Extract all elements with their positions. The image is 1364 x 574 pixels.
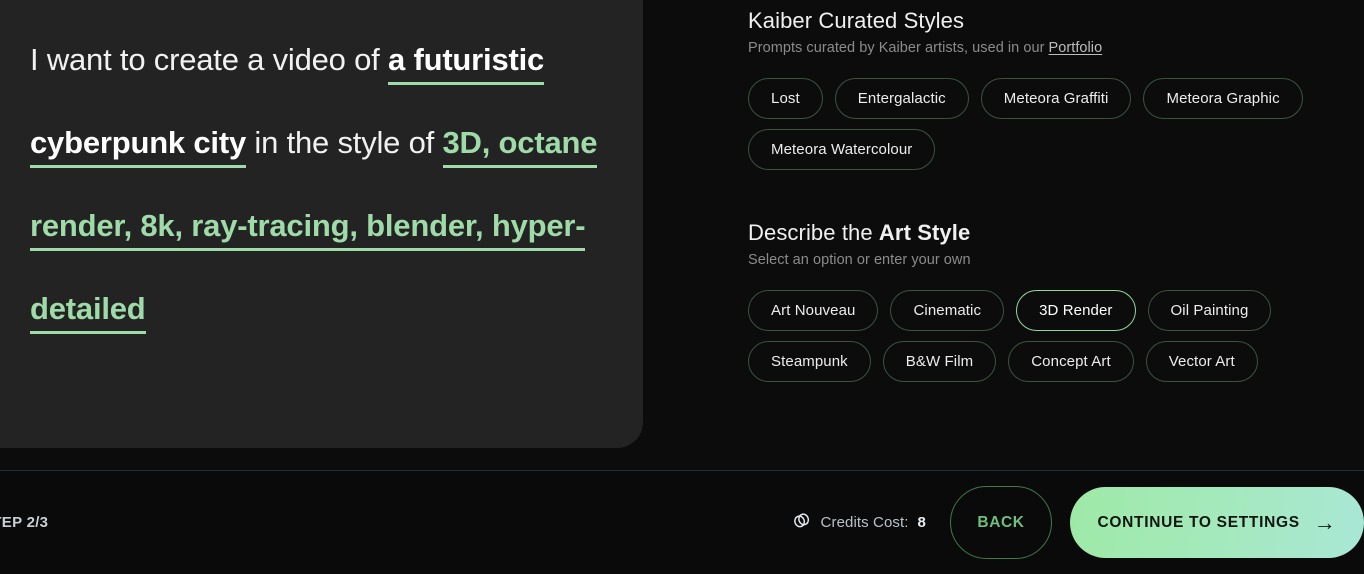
pill-label: Meteora Graffiti (1003, 90, 1109, 107)
pill-label: Vector Art (1168, 353, 1235, 370)
back-button-label: BACK (977, 513, 1025, 531)
curated-pill-meteora-graphic[interactable]: Meteora Graphic (1143, 78, 1303, 119)
curated-styles-subtitle: Prompts curated by Kaiber artists, used … (748, 40, 1364, 56)
continue-to-settings-button[interactable]: CONTINUE TO SETTINGS → (1070, 487, 1364, 558)
art-style-pill-steampunk[interactable]: Steampunk (748, 341, 871, 382)
portfolio-link[interactable]: Portfolio (1049, 40, 1103, 56)
pill-label: Lost (771, 90, 800, 107)
art-style-title: Describe the Art Style (748, 220, 1364, 246)
pill-label: Entergalactic (857, 90, 946, 107)
credits-icon (792, 512, 812, 534)
art-style-subtitle: Select an option or enter your own (748, 252, 971, 268)
credits-cost-label: Credits Cost: (820, 514, 909, 531)
curated-pill-meteora-graffiti[interactable]: Meteora Graffiti (980, 78, 1132, 119)
pill-label: Meteora Watercolour (771, 141, 913, 158)
pill-label: Steampunk (771, 353, 848, 370)
curated-styles-pill-row: Lost Entergalactic Meteora Graffiti Meteora… (748, 78, 1364, 170)
art-style-title-bold: Art Style (878, 220, 971, 245)
art-style-section: Describe the Art Style Select an option … (748, 220, 1364, 382)
art-style-pill-3d-render[interactable]: 3D Render (1016, 290, 1136, 331)
pill-label: Meteora Graphic (1166, 90, 1280, 107)
pill-label: Art Nouveau (771, 302, 856, 319)
art-style-pill-oil-painting[interactable]: Oil Painting (1147, 290, 1272, 331)
curated-pill-meteora-watercolour[interactable]: Meteora Watercolour (748, 129, 936, 170)
arrow-right-icon: → (1313, 509, 1337, 535)
footer-bar: STEP 2/3 Credits Cost: 8 BACK CONTINUE T… (0, 471, 1364, 574)
prompt-token: I want to create a video of (30, 42, 388, 77)
pill-label: 3D Render (1039, 302, 1113, 319)
pill-label: Concept Art (1031, 353, 1111, 370)
art-style-pill-vector-art[interactable]: Vector Art (1145, 341, 1258, 382)
continue-button-label: CONTINUE TO SETTINGS (1097, 513, 1300, 531)
curated-styles-section: Kaiber Curated Styles Prompts curated by… (748, 8, 1364, 170)
kaiber-prompt-screen: I want to create a video of a futuristic… (0, 0, 1364, 574)
credits-cost-value: 8 (917, 514, 926, 531)
pill-label: B&W Film (905, 353, 974, 370)
prompt-text: I want to create a video of a futuristic… (0, 0, 643, 350)
curated-pill-entergalactic[interactable]: Entergalactic (834, 78, 969, 119)
curated-pill-lost[interactable]: Lost (748, 78, 823, 119)
art-style-pill-concept-art[interactable]: Concept Art (1008, 341, 1134, 382)
art-style-pill-cinematic[interactable]: Cinematic (890, 290, 1005, 331)
art-style-pill-row: Art Nouveau Cinematic 3D Render Oil Paintin… (748, 290, 1364, 382)
back-button[interactable]: BACK (950, 486, 1052, 559)
footer-actions: Credits Cost: 8 BACK CONTINUE TO SETTING… (792, 471, 1364, 574)
credits-cost: Credits Cost: 8 (792, 512, 926, 534)
pill-label: Oil Painting (1170, 302, 1249, 319)
step-indicator: STEP 2/3 (0, 514, 49, 531)
pill-label: Cinematic (913, 302, 982, 319)
prompt-token: in the style of (246, 125, 443, 160)
curated-subtitle-text: Prompts curated by Kaiber artists, used … (748, 40, 1049, 56)
options-pane: Kaiber Curated Styles Prompts curated by… (748, 0, 1364, 470)
art-style-pill-b-w-film[interactable]: B&W Film (882, 341, 997, 382)
curated-styles-title: Kaiber Curated Styles (748, 8, 965, 33)
prompt-preview-panel[interactable]: I want to create a video of a futuristic… (0, 0, 643, 448)
art-style-title-regular: Describe the (748, 220, 879, 245)
art-style-pill-art-nouveau[interactable]: Art Nouveau (748, 290, 879, 331)
